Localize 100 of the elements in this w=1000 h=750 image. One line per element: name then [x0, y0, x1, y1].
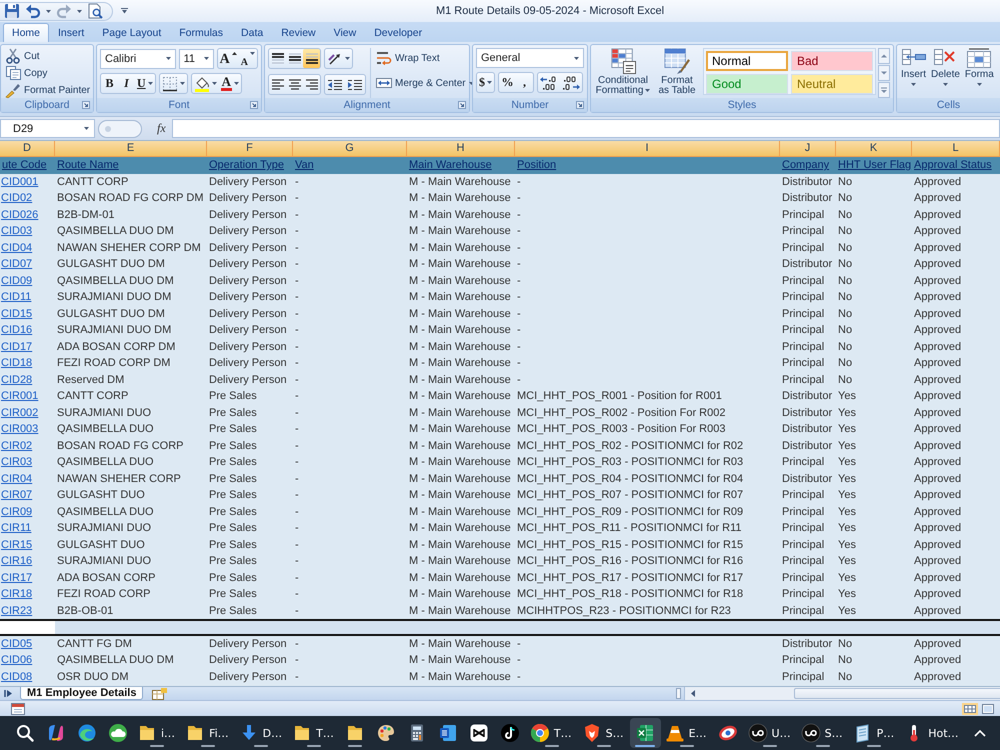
- taskbar-button[interactable]: T…: [288, 718, 340, 748]
- bold-button[interactable]: B: [101, 74, 118, 93]
- route-code-link[interactable]: CID026: [0, 206, 55, 223]
- taskbar-button[interactable]: i…: [133, 718, 182, 748]
- italic-button[interactable]: I: [118, 74, 135, 93]
- delete-cells-button[interactable]: Delete: [929, 48, 962, 98]
- conditional-formatting-button[interactable]: Conditional Formatting: [594, 48, 652, 98]
- ribbon-tab[interactable]: Review: [272, 23, 325, 42]
- route-code-link[interactable]: CIR11: [0, 520, 55, 536]
- column-header[interactable]: D: [0, 141, 55, 157]
- ribbon-tab[interactable]: Home: [3, 23, 50, 42]
- customize-toolbar-icon[interactable]: [121, 8, 128, 14]
- route-code-link[interactable]: CIR16: [0, 553, 55, 570]
- taskbar-button[interactable]: P…: [848, 718, 900, 748]
- column-header[interactable]: F: [207, 141, 293, 157]
- column-header[interactable]: E: [55, 141, 207, 157]
- copy-button[interactable]: Copy: [4, 65, 90, 81]
- column-heading[interactable]: Company: [780, 157, 836, 174]
- cell-style-option[interactable]: Normal: [706, 51, 788, 71]
- column-heading[interactable]: Operation Type: [207, 157, 293, 174]
- caret-icon[interactable]: [204, 57, 209, 60]
- column-header[interactable]: K: [836, 141, 912, 157]
- taskbar-button[interactable]: E…: [660, 718, 713, 748]
- dialog-launcher-icon[interactable]: [82, 101, 90, 109]
- expand-gallery-icon[interactable]: [878, 82, 890, 98]
- insert-sheet-icon[interactable]: [151, 688, 168, 700]
- route-code-link[interactable]: CID15: [0, 306, 55, 322]
- sheet-tab[interactable]: M1 Employee Details: [20, 687, 144, 700]
- cell-style-option[interactable]: Good: [706, 74, 788, 94]
- scroll-down-icon[interactable]: [878, 65, 890, 81]
- number-format-field[interactable]: General: [476, 48, 584, 68]
- taskbar-button[interactable]: Hot…: [900, 718, 965, 748]
- cell-style-option[interactable]: Bad: [791, 51, 873, 71]
- shrink-font-button[interactable]: A: [238, 49, 257, 68]
- insert-cells-button[interactable]: Insert: [899, 48, 928, 98]
- column-heading[interactable]: Position: [515, 157, 780, 174]
- route-code-link[interactable]: CID16: [0, 322, 55, 338]
- route-code-link[interactable]: CID02: [0, 190, 55, 206]
- ribbon-tab[interactable]: View: [324, 23, 366, 42]
- caret-icon[interactable]: [84, 127, 89, 130]
- column-heading[interactable]: HHT User Flag: [836, 157, 912, 174]
- dialog-launcher-icon[interactable]: [250, 101, 258, 109]
- column-heading[interactable]: Van: [293, 157, 407, 174]
- route-code-link[interactable]: CIR15: [0, 536, 55, 553]
- format-painter-button[interactable]: Format Painter: [4, 82, 90, 98]
- undo-icon[interactable]: [25, 3, 41, 19]
- route-code-link[interactable]: CIR23: [0, 602, 55, 619]
- route-code-link[interactable]: CID18: [0, 355, 55, 372]
- column-header[interactable]: G: [293, 141, 407, 157]
- route-code-link[interactable]: CIR02: [0, 438, 55, 454]
- route-code-link[interactable]: CIR04: [0, 470, 55, 487]
- route-code-link[interactable]: CID17: [0, 338, 55, 355]
- column-heading[interactable]: Main Warehouse: [407, 157, 515, 174]
- wrap-text-button[interactable]: Wrap Text: [375, 48, 475, 68]
- route-code-link[interactable]: CID05: [0, 636, 55, 652]
- percent-button[interactable]: %: [499, 73, 516, 92]
- sheet-nav-arrow-icon[interactable]: [4, 689, 14, 698]
- route-code-link[interactable]: CIR07: [0, 487, 55, 504]
- route-code-link[interactable]: CID09: [0, 272, 55, 289]
- taskbar-button[interactable]: D…: [234, 718, 288, 748]
- vertical-align-button[interactable]: [303, 49, 320, 68]
- print-preview-icon[interactable]: [87, 3, 103, 19]
- insert-function-button[interactable]: fx: [154, 121, 169, 136]
- column-header[interactable]: L: [912, 141, 1000, 157]
- formula-input[interactable]: [172, 119, 1000, 138]
- route-code-link[interactable]: CID04: [0, 240, 55, 256]
- taskbar-button[interactable]: T…: [526, 718, 578, 748]
- ribbon-tab[interactable]: Formulas: [170, 23, 232, 42]
- horizontal-scrollbar[interactable]: [684, 687, 1000, 700]
- taskbar-button[interactable]: S…: [578, 718, 630, 748]
- column-header[interactable]: J: [780, 141, 836, 157]
- caret-icon[interactable]: [574, 56, 579, 60]
- save-icon[interactable]: [4, 3, 20, 19]
- scroll-up-icon[interactable]: [878, 48, 890, 64]
- taskbar-button[interactable]: U…: [744, 718, 797, 748]
- ribbon-tab[interactable]: Page Layout: [93, 23, 170, 42]
- route-code-link[interactable]: CIR09: [0, 504, 55, 520]
- route-code-link[interactable]: CIR003: [0, 421, 55, 438]
- caret-icon[interactable]: [46, 10, 51, 12]
- column-header[interactable]: H: [407, 141, 515, 157]
- taskbar-button[interactable]: [630, 718, 661, 748]
- underline-button[interactable]: U: [135, 74, 155, 93]
- cut-button[interactable]: Cut: [4, 48, 90, 64]
- format-cells-button[interactable]: Forma: [962, 48, 996, 98]
- route-code-link[interactable]: CID03: [0, 223, 55, 240]
- ribbon-tab[interactable]: Developer: [365, 23, 432, 42]
- route-code-link[interactable]: CID11: [0, 289, 55, 306]
- column-heading[interactable]: Approval Status: [912, 157, 1000, 174]
- sheet-icon[interactable]: [11, 702, 25, 714]
- route-code-link[interactable]: CID06: [0, 652, 55, 668]
- taskbar-button[interactable]: S…: [796, 718, 849, 748]
- page-layout-view-icon[interactable]: [980, 702, 996, 714]
- ribbon-tab[interactable]: Data: [232, 23, 272, 42]
- route-code-link[interactable]: CID001: [0, 174, 55, 190]
- column-heading[interactable]: ute Code: [0, 157, 55, 174]
- grow-font-button[interactable]: A: [218, 49, 239, 68]
- merge-center-button[interactable]: Merge & Center: [375, 73, 475, 93]
- font-name-field[interactable]: Calibri: [100, 48, 176, 68]
- split-handle-icon[interactable]: [676, 688, 681, 699]
- route-code-link[interactable]: CID08: [0, 668, 55, 685]
